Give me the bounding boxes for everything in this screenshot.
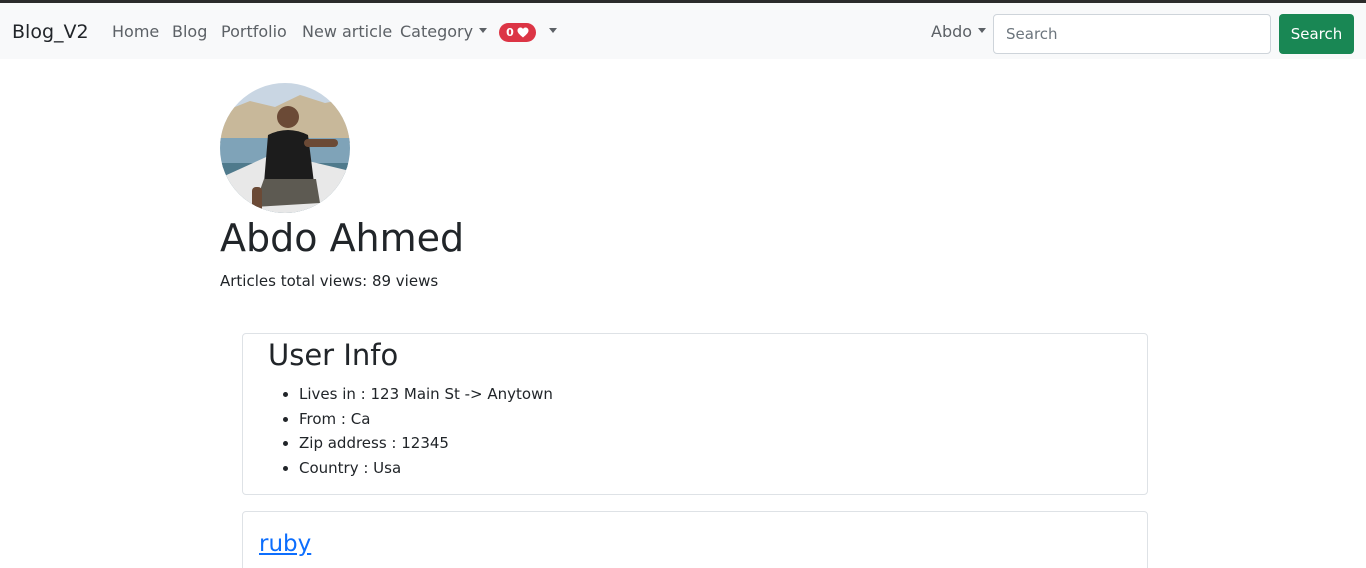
category-dropdown[interactable]: Category: [400, 22, 488, 42]
user-menu-label: Abdo: [931, 22, 973, 41]
category-label: Category: [400, 22, 474, 41]
user-info-title: User Info: [268, 338, 399, 372]
avatar: [220, 83, 350, 213]
chevron-down-icon: [978, 28, 987, 33]
user-info-list: Lives in : 123 Main St -> Anytown From :…: [299, 382, 553, 480]
chevron-down-icon: [479, 28, 488, 33]
user-info-zip: Zip address : 12345: [299, 431, 553, 456]
likes-badge[interactable]: 0: [499, 23, 536, 42]
user-menu-dropdown[interactable]: Abdo: [931, 22, 987, 42]
user-info-from: From : Ca: [299, 407, 553, 432]
heart-icon: [517, 27, 529, 38]
likes-dropdown-chevron-icon[interactable]: [549, 28, 557, 33]
nav-link-new-article[interactable]: New article: [302, 22, 392, 42]
profile-photo: [220, 83, 350, 213]
article-title-link[interactable]: ruby: [259, 528, 311, 560]
navbar-brand[interactable]: Blog_V2: [12, 20, 89, 44]
user-info-card: User Info Lives in : 123 Main St -> Anyt…: [242, 333, 1148, 495]
likes-count: 0: [506, 26, 514, 39]
user-info-address: Lives in : 123 Main St -> Anytown: [299, 382, 553, 407]
search-button[interactable]: Search: [1279, 14, 1354, 54]
profile-name: Abdo Ahmed: [220, 216, 465, 260]
user-info-country: Country : Usa: [299, 456, 553, 481]
article-card: ruby: [242, 511, 1148, 568]
nav-link-portfolio[interactable]: Portfolio: [221, 22, 287, 42]
navbar: Blog_V2 Home Blog Portfolio New article …: [0, 3, 1366, 59]
total-views-text: Articles total views: 89 views: [220, 272, 439, 290]
nav-link-home[interactable]: Home: [112, 22, 159, 42]
search-input[interactable]: [993, 14, 1271, 54]
nav-link-blog[interactable]: Blog: [172, 22, 207, 42]
